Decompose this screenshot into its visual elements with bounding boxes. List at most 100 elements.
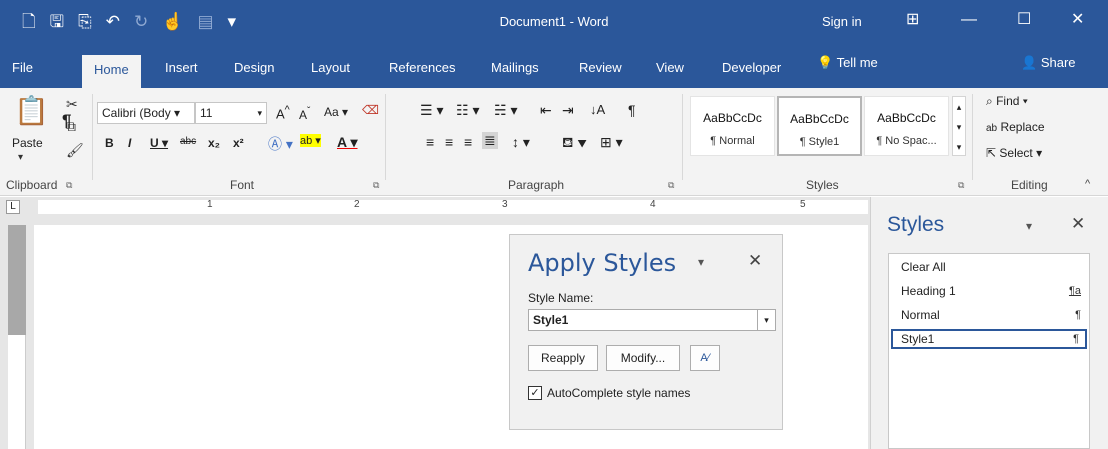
styles-pane: Styles ▾ ✕ Clear All Heading 1 ¶a Normal… xyxy=(870,197,1108,449)
clipboard-launcher-icon[interactable]: ⧉ xyxy=(66,180,72,191)
line-spacing-icon[interactable]: ↕ ▾ xyxy=(512,134,530,151)
style-item-label: Heading 1 xyxy=(901,284,956,298)
style-normal[interactable]: AaBbCcDc ¶ Normal xyxy=(690,96,775,156)
format-painter-icon[interactable]: 🖌 xyxy=(66,142,84,159)
autocomplete-checkbox[interactable]: ✓ xyxy=(528,386,542,400)
show-formatting-icon[interactable]: ¶ xyxy=(628,102,636,118)
sort-icon[interactable]: ↓A xyxy=(590,102,605,117)
bold-icon[interactable]: B xyxy=(105,136,114,150)
replace-button[interactable]: ab Replace xyxy=(986,120,1045,134)
collapse-ribbon-icon[interactable]: ^ xyxy=(1085,178,1090,190)
linked-style-icon: ¶a xyxy=(1068,285,1081,297)
tell-me-box[interactable]: 💡 Tell me xyxy=(817,55,878,71)
close-icon[interactable]: ✕ xyxy=(1071,214,1085,234)
ruler-text-area[interactable] xyxy=(38,200,868,214)
underline-icon[interactable]: U ▾ xyxy=(150,136,168,150)
paragraph-launcher-icon[interactable]: ⧉ xyxy=(668,180,674,191)
align-center-icon[interactable]: ≡ xyxy=(445,134,453,150)
style-no-spacing[interactable]: AaBbCcDc ¶ No Spac... xyxy=(864,96,949,156)
search-icon: ⌕ xyxy=(986,94,993,108)
close-icon[interactable]: ✕ xyxy=(748,251,762,271)
tab-layout[interactable]: Layout xyxy=(307,56,354,88)
font-name-combo[interactable]: Calibri (Body ▾ xyxy=(97,102,195,124)
multilevel-list-icon[interactable]: ☵ ▾ xyxy=(494,102,517,119)
clear-formatting-icon[interactable]: ⌫ xyxy=(362,103,379,117)
styles-pane-icon[interactable]: A⁄ xyxy=(690,345,720,371)
tab-insert[interactable]: Insert xyxy=(161,56,202,88)
share-button[interactable]: 👤 Share xyxy=(1021,55,1076,71)
chevron-down-icon[interactable]: ▾ xyxy=(698,255,704,269)
font-launcher-icon[interactable]: ⧉ xyxy=(373,180,379,191)
justify-icon[interactable]: ≣ xyxy=(482,132,498,149)
grow-font-icon[interactable]: A^ xyxy=(276,104,290,121)
superscript-icon[interactable]: x² xyxy=(233,136,244,150)
font-color-icon[interactable]: A ▾ xyxy=(337,134,358,151)
autocomplete-label: AutoComplete style names xyxy=(547,386,691,400)
tab-design[interactable]: Design xyxy=(230,56,278,88)
list-item-heading-1[interactable]: Heading 1 ¶a xyxy=(891,282,1087,302)
numbering-icon[interactable]: ☷ ▾ xyxy=(456,102,479,119)
font-size-value: 11 xyxy=(200,106,213,120)
borders-icon[interactable]: ⊞ ▾ xyxy=(600,134,623,151)
apply-styles-dialog: Apply Styles ▾ ✕ Style Name: Style1 ▾ Re… xyxy=(509,234,783,430)
tab-view[interactable]: View xyxy=(652,56,688,88)
paste-dropdown-icon[interactable]: ▾ xyxy=(18,152,23,163)
modify-button[interactable]: Modify... xyxy=(606,345,680,371)
close-icon[interactable]: ✕ xyxy=(1071,8,1084,32)
restore-icon[interactable]: ☐ xyxy=(1017,8,1031,32)
styles-launcher-icon[interactable]: ⧉ xyxy=(958,180,964,191)
chevron-down-icon[interactable]: ▾ xyxy=(1026,219,1032,233)
replace-label: Replace xyxy=(1000,120,1045,134)
paragraph-style-icon: ¶ xyxy=(1075,309,1081,321)
subscript-icon[interactable]: x₂ xyxy=(208,136,220,150)
style-style1[interactable]: AaBbCcDc ¶ Style1 xyxy=(777,96,862,156)
tab-references[interactable]: References xyxy=(385,56,459,88)
group-divider xyxy=(385,94,386,180)
italic-icon[interactable]: I xyxy=(128,136,131,150)
shading-icon[interactable]: ⛾ ▾ xyxy=(562,134,587,153)
font-size-combo[interactable]: 11 ▾ xyxy=(195,102,267,124)
list-item-normal[interactable]: Normal ¶ xyxy=(891,306,1087,326)
find-label: Find xyxy=(996,94,1020,108)
tab-mailings[interactable]: Mailings xyxy=(487,56,543,88)
reapply-button[interactable]: Reapply xyxy=(528,345,598,371)
find-button[interactable]: ⌕ Find ▾ xyxy=(986,94,1028,109)
tab-review[interactable]: Review xyxy=(575,56,626,88)
align-left-icon[interactable]: ≡ xyxy=(426,134,434,150)
paste-button[interactable]: Paste xyxy=(12,136,43,150)
change-case-icon[interactable]: Aa ▾ xyxy=(324,105,348,119)
tab-developer[interactable]: Developer xyxy=(718,56,785,88)
style-sample: AaBbCcDc xyxy=(790,112,849,126)
apply-styles-title: Apply Styles xyxy=(528,249,677,277)
increase-indent-icon[interactable]: ⇥ xyxy=(562,102,574,119)
ruler-number: 3 xyxy=(502,199,508,210)
vertical-ruler xyxy=(8,225,26,449)
style-item-label: Clear All xyxy=(901,260,946,274)
editing-group-label: Editing xyxy=(1011,178,1048,192)
shrink-font-icon[interactable]: Aˇ xyxy=(299,106,310,122)
strikethrough-icon[interactable]: abc xyxy=(180,136,196,147)
list-item-clear-all[interactable]: Clear All xyxy=(891,258,1087,278)
paste-icon[interactable]: 📋 xyxy=(14,94,49,127)
style-name-dropdown-icon[interactable]: ▾ xyxy=(758,309,776,331)
align-right-icon[interactable]: ≡ xyxy=(464,134,472,150)
ruler-number: 1 xyxy=(207,199,213,210)
style-item-label: Style1 xyxy=(901,332,935,346)
tab-selector-icon[interactable]: L xyxy=(6,200,20,214)
sign-in-link[interactable]: Sign in xyxy=(822,14,862,29)
list-item-style1[interactable]: Style1 ¶ xyxy=(891,329,1087,349)
ribbon-display-options-icon[interactable]: ⊞ xyxy=(906,8,919,32)
text-effects-icon[interactable]: Ⓐ ▾ xyxy=(268,134,293,154)
select-button[interactable]: ⇱ Select ▾ xyxy=(986,146,1042,160)
highlight-icon[interactable]: ab ▾ xyxy=(300,134,321,147)
styles-group-label: Styles xyxy=(806,178,839,192)
styles-gallery-scroll[interactable]: ▴ ▾ ▾ xyxy=(952,96,966,156)
tab-file[interactable]: File xyxy=(8,56,37,88)
bullets-icon[interactable]: ☰ ▾ xyxy=(420,102,443,119)
style-name-input[interactable]: Style1 xyxy=(528,309,758,331)
minimize-icon[interactable]: — xyxy=(961,8,977,32)
tab-home[interactable]: Home xyxy=(82,55,141,88)
ruler-number: 2 xyxy=(354,199,360,210)
style-sample: AaBbCcDc xyxy=(877,111,936,125)
decrease-indent-icon[interactable]: ⇤ xyxy=(540,102,552,119)
